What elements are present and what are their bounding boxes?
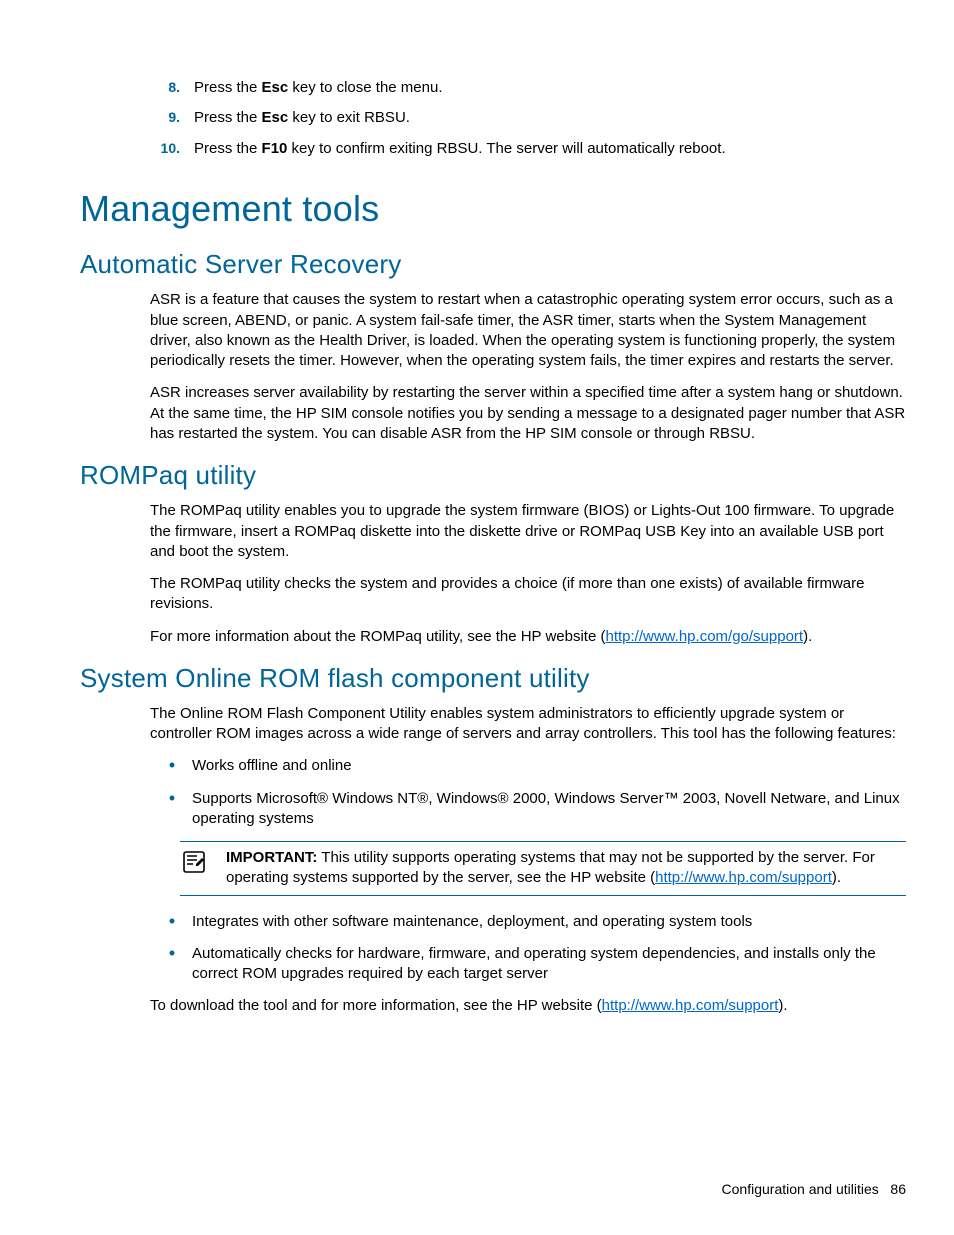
- rompaq-paragraph: For more information about the ROMPaq ut…: [150, 627, 906, 647]
- step-number: 8.: [148, 78, 180, 98]
- flash-outro: To download the tool and for more inform…: [150, 996, 906, 1016]
- bullet-icon: •: [162, 944, 182, 985]
- bullet-icon: •: [162, 789, 182, 830]
- important-note: IMPORTANT: This utility supports operati…: [180, 841, 906, 896]
- rompaq-paragraph: The ROMPaq utility enables you to upgrad…: [150, 501, 906, 562]
- heading-flash-utility: System Online ROM flash component utilit…: [80, 661, 906, 696]
- page-footer: Configuration and utilities 86: [722, 1180, 906, 1199]
- rompaq-paragraph: The ROMPaq utility checks the system and…: [150, 574, 906, 615]
- bullet-icon: •: [162, 756, 182, 776]
- step-text: Press the F10 key to confirm exiting RBS…: [194, 139, 906, 159]
- hp-support-link[interactable]: http://www.hp.com/support: [602, 997, 779, 1014]
- hp-support-link[interactable]: http://www.hp.com/go/support: [605, 628, 803, 645]
- hp-support-link[interactable]: http://www.hp.com/support: [655, 869, 832, 886]
- bullet-text: Automatically checks for hardware, firmw…: [192, 944, 906, 985]
- bullet-text: Supports Microsoft® Windows NT®, Windows…: [192, 789, 906, 830]
- heading-management-tools: Management tools: [80, 185, 906, 234]
- step-text: Press the Esc key to exit RBSU.: [194, 108, 906, 128]
- footer-section: Configuration and utilities: [722, 1181, 879, 1197]
- bullet-text: Works offline and online: [192, 756, 906, 776]
- step-number: 10.: [148, 139, 180, 159]
- flash-bullets: • Integrates with other software mainten…: [150, 912, 906, 985]
- bullet-icon: •: [162, 912, 182, 932]
- flash-bullets: • Works offline and online • Supports Mi…: [150, 756, 906, 829]
- heading-rompaq: ROMPaq utility: [80, 458, 906, 493]
- asr-paragraph: ASR increases server availability by res…: [150, 383, 906, 444]
- note-icon: [180, 848, 226, 889]
- step-number: 9.: [148, 108, 180, 128]
- numbered-steps: 8. Press the Esc key to close the menu. …: [80, 78, 906, 159]
- important-message: IMPORTANT: This utility supports operati…: [226, 848, 906, 889]
- step-text: Press the Esc key to close the menu.: [194, 78, 906, 98]
- footer-page-number: 86: [890, 1181, 906, 1197]
- asr-paragraph: ASR is a feature that causes the system …: [150, 290, 906, 371]
- heading-asr: Automatic Server Recovery: [80, 247, 906, 282]
- flash-intro: The Online ROM Flash Component Utility e…: [150, 704, 906, 745]
- bullet-text: Integrates with other software maintenan…: [192, 912, 906, 932]
